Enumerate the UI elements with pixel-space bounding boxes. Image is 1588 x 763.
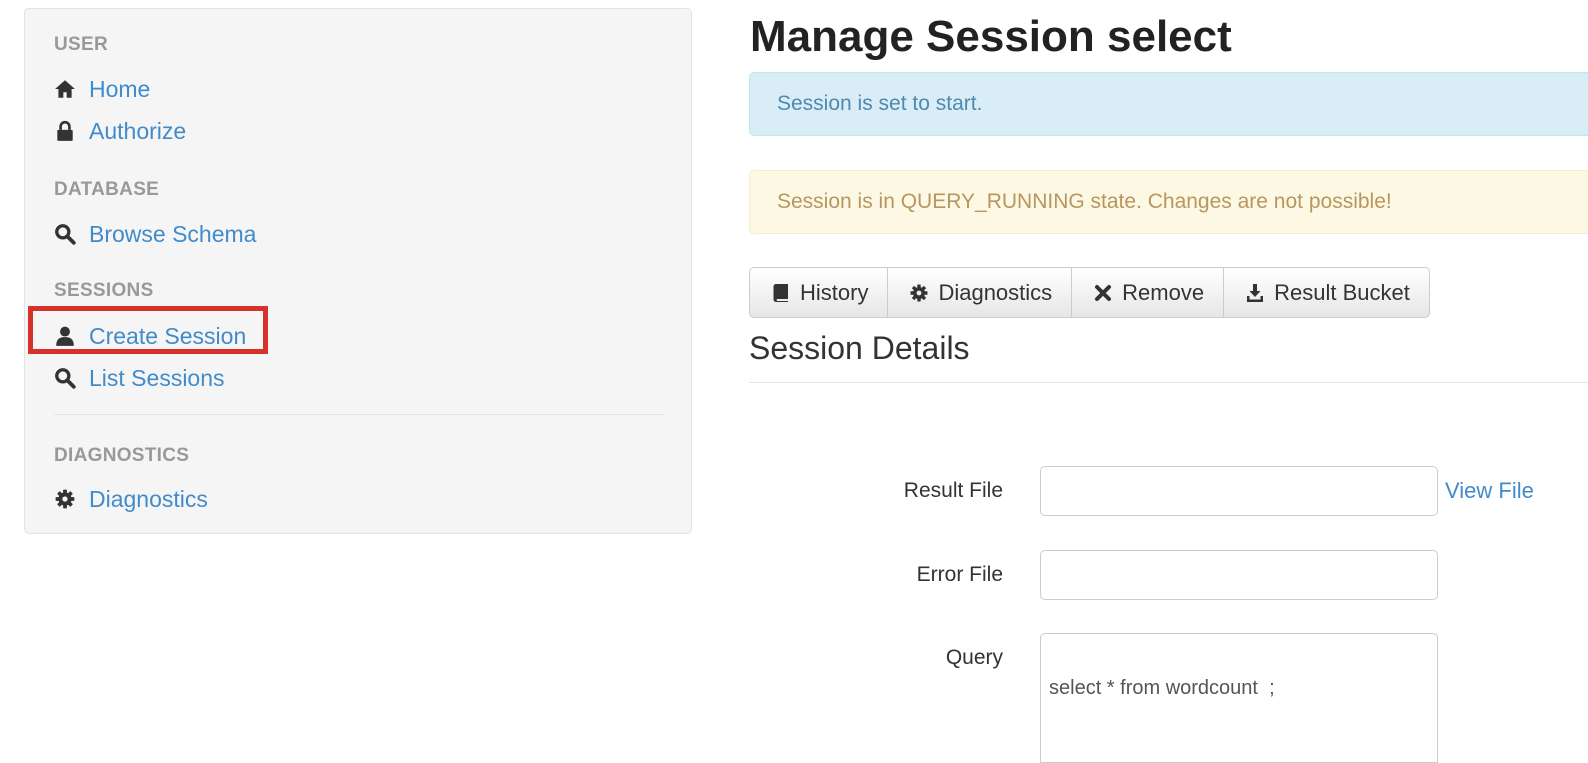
diagnostics-button-label: Diagnostics xyxy=(938,279,1053,305)
error-file-input[interactable] xyxy=(1040,550,1438,600)
diagnostics-button[interactable]: Diagnostics xyxy=(887,267,1073,318)
sidebar-item-list-sessions[interactable]: List Sessions xyxy=(54,363,225,393)
sidebar-item-label: Authorize xyxy=(89,117,187,144)
nav-header-sessions: SESSIONS xyxy=(54,280,154,301)
nav-header-user: USER xyxy=(54,34,108,55)
view-file-link[interactable]: View File xyxy=(1445,478,1534,504)
session-toolbar: History Diagnostics Remove Result Bucket xyxy=(749,267,1430,318)
sidebar-item-browse-schema[interactable]: Browse Schema xyxy=(54,219,256,249)
query-textarea[interactable]: select * from wordcount ; xyxy=(1040,633,1438,763)
history-button-label: History xyxy=(800,279,869,305)
sidebar-item-label: Diagnostics xyxy=(89,485,208,512)
gear-icon xyxy=(909,283,929,303)
sidebar-item-diagnostics[interactable]: Diagnostics xyxy=(54,484,208,514)
error-file-label: Error File xyxy=(916,563,1003,586)
sidebar-item-label: List Sessions xyxy=(89,364,225,391)
result-file-label: Result File xyxy=(903,479,1003,502)
sidebar-nav: USER Home Authorize DATABASE Browse Sche… xyxy=(24,8,692,534)
nav-header-diagnostics: DIAGNOSTICS xyxy=(54,445,190,466)
download-icon xyxy=(1245,283,1265,303)
info-alert: Session is set to start. xyxy=(749,72,1588,136)
sidebar-item-label: Home xyxy=(89,75,151,102)
section-divider xyxy=(749,382,1588,383)
close-icon xyxy=(1093,283,1113,303)
result-bucket-button[interactable]: Result Bucket xyxy=(1223,267,1430,318)
search-icon xyxy=(54,367,76,389)
sidebar-item-home[interactable]: Home xyxy=(54,74,150,104)
book-icon xyxy=(771,283,791,303)
remove-button-label: Remove xyxy=(1122,279,1205,305)
result-bucket-button-label: Result Bucket xyxy=(1274,279,1410,305)
sidebar-item-authorize[interactable]: Authorize xyxy=(54,116,186,146)
warning-alert-text: Session is in QUERY_RUNNING state. Chang… xyxy=(777,190,1392,213)
lock-icon xyxy=(54,120,76,142)
info-alert-text: Session is set to start. xyxy=(777,92,983,115)
nav-header-database: DATABASE xyxy=(54,179,160,200)
nav-divider xyxy=(54,414,664,415)
home-icon xyxy=(54,78,76,100)
search-icon xyxy=(54,223,76,245)
history-button[interactable]: History xyxy=(749,267,889,318)
warning-alert: Session is in QUERY_RUNNING state. Chang… xyxy=(749,170,1588,234)
query-label: Query xyxy=(945,646,1003,669)
gear-icon xyxy=(54,488,76,510)
sidebar-item-label: Browse Schema xyxy=(89,220,257,247)
highlight-box xyxy=(28,306,268,354)
remove-button[interactable]: Remove xyxy=(1071,267,1225,318)
result-file-input[interactable] xyxy=(1040,466,1438,516)
page-title: Manage Session select xyxy=(750,12,1232,61)
session-details-title: Session Details xyxy=(749,330,970,366)
